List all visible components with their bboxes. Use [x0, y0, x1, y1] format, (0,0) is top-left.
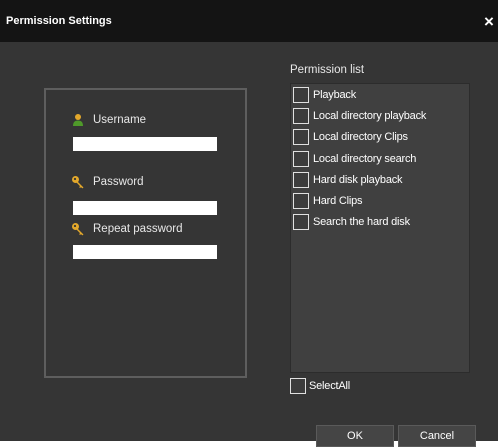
permission-label: Search the hard disk: [313, 216, 410, 228]
repeat-password-label-row: Repeat password: [71, 222, 183, 236]
password-label: Password: [93, 176, 144, 188]
repeat-password-label: Repeat password: [93, 223, 183, 235]
checkbox[interactable]: [293, 87, 309, 103]
title-bar: Permission Settings ×: [0, 0, 498, 42]
checkbox[interactable]: [293, 108, 309, 124]
cancel-button[interactable]: Cancel: [398, 425, 476, 447]
key-icon: [71, 175, 85, 189]
select-all-label: SelectAll: [309, 380, 350, 392]
repeat-password-input[interactable]: [73, 245, 217, 259]
permission-item-local-directory-search[interactable]: Local directory search: [293, 150, 416, 168]
user-icon: [71, 113, 85, 127]
permission-item-hard-clips[interactable]: Hard Clips: [293, 192, 363, 210]
key-icon: [71, 222, 85, 236]
permission-label: Local directory playback: [313, 110, 427, 122]
permission-settings-dialog: Permission Settings × Username Password: [0, 0, 498, 447]
username-input[interactable]: [73, 137, 217, 151]
permission-item-local-directory-clips[interactable]: Local directory Clips: [293, 128, 408, 146]
permission-item-search-the-hard-disk[interactable]: Search the hard disk: [293, 213, 410, 231]
dialog-title: Permission Settings: [6, 15, 112, 27]
checkbox[interactable]: [293, 214, 309, 230]
permission-item-playback[interactable]: Playback: [293, 86, 356, 104]
ok-button[interactable]: OK: [316, 425, 394, 447]
close-button[interactable]: ×: [480, 10, 498, 34]
username-label-row: Username: [71, 113, 146, 127]
checkbox[interactable]: [293, 129, 309, 145]
permission-item-local-directory-playback[interactable]: Local directory playback: [293, 107, 426, 125]
permission-label: Local directory Clips: [313, 131, 408, 143]
permission-label: Hard Clips: [313, 195, 363, 207]
permission-list[interactable]: Playback Local directory playback Local …: [290, 83, 470, 373]
permission-label: Local directory search: [313, 153, 417, 165]
permission-label: Hard disk playback: [313, 174, 403, 186]
select-all-checkbox-row[interactable]: SelectAll: [290, 377, 350, 395]
checkbox[interactable]: [293, 172, 309, 188]
permission-list-title: Permission list: [290, 64, 365, 76]
select-all-checkbox[interactable]: [290, 378, 306, 394]
checkbox[interactable]: [293, 193, 309, 209]
permission-item-hard-disk-playback[interactable]: Hard disk playback: [293, 171, 403, 189]
permission-label: Playback: [313, 89, 357, 101]
username-label: Username: [93, 114, 147, 126]
password-input[interactable]: [73, 201, 217, 215]
password-label-row: Password: [71, 175, 144, 189]
checkbox[interactable]: [293, 151, 309, 167]
